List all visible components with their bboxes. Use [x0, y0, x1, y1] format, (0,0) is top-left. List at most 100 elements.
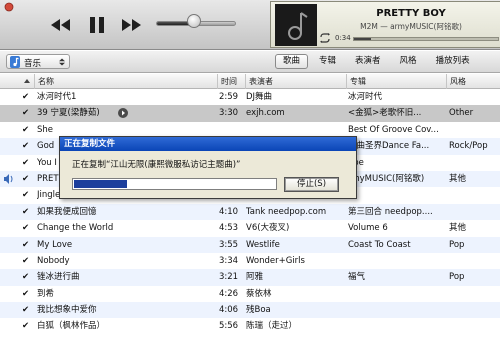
track-genre	[449, 302, 499, 318]
track-album	[348, 253, 446, 269]
track-checkbox[interactable]: ✔	[22, 122, 34, 138]
track-genre	[449, 286, 499, 302]
track-genre: Pop	[449, 239, 465, 250]
track-genre: Other	[449, 108, 474, 119]
track-name: 锉冰进行曲	[37, 272, 80, 283]
column-header-artist[interactable]: 表演者	[245, 74, 346, 89]
pause-icon	[90, 17, 104, 33]
track-name: Nobody	[37, 255, 70, 266]
dialog-title: 正在复制文件	[60, 137, 356, 151]
track-row[interactable]: ✔ 如果我便成回憶 4:10 Tank needpop.com 第三回合 needpop…	[0, 203, 500, 221]
track-genre	[449, 253, 499, 269]
window-close-icon[interactable]	[4, 2, 14, 12]
column-header-album[interactable]: 专辑	[346, 74, 446, 89]
track-artist: 陈瑞（走过）	[246, 321, 298, 332]
now-playing-title: PRETTY BOY	[376, 8, 446, 19]
track-name: Change the World	[37, 223, 114, 234]
column-header-time[interactable]: 时间	[217, 74, 245, 89]
playback-progress-bar[interactable]	[353, 37, 499, 41]
now-playing-speaker-icon	[3, 171, 15, 187]
track-album: 第三回合 needpop....	[348, 206, 433, 217]
track-album: 福气	[348, 272, 366, 283]
track-checkbox[interactable]: ✔	[22, 204, 34, 220]
track-album: 舞曲圣界Dance Fa...	[348, 141, 430, 152]
rewind-icon	[51, 19, 70, 31]
track-checkbox[interactable]: ✔	[22, 220, 34, 236]
previous-track-button[interactable]	[47, 13, 73, 37]
track-row[interactable]: ✔ 锉冰进行曲 3:21 阿雅 福气 Pop	[0, 269, 500, 286]
track-checkbox[interactable]: ✔	[22, 318, 34, 334]
track-genre: 其他	[449, 223, 467, 234]
track-checkbox[interactable]: ✔	[22, 253, 34, 269]
track-artist: 蔡依林	[246, 288, 272, 299]
track-row[interactable]: ✔ 39 宁夏(梁静茹) 3:30 exjh.com <金狐>老歌怀旧... Other	[0, 105, 500, 122]
tab-albums[interactable]: 专辑	[311, 54, 344, 69]
now-playing-display: PRETTY BOY M2M — armyMUSIC(阿铭歌) 0:34	[270, 1, 500, 48]
player-bar: PRETTY BOY M2M — armyMUSIC(阿铭歌) 0:34	[0, 0, 500, 50]
track-row[interactable]: ✔ Change the World 4:53 V6(大夜叉) Volume 6 其他	[0, 220, 500, 236]
track-name: 我比想象中爱你	[37, 305, 97, 316]
track-artist: Westlife	[246, 239, 280, 250]
track-checkbox[interactable]: ✔	[22, 89, 34, 105]
track-album: Volume 6	[348, 223, 388, 234]
track-name: 到希	[37, 288, 55, 299]
track-album: 冰河时代	[348, 92, 383, 102]
track-genre	[449, 318, 499, 334]
go-to-arrow-icon[interactable]	[118, 108, 128, 119]
track-time: 4:10	[219, 206, 239, 217]
column-header-check[interactable]	[20, 74, 34, 89]
track-time: 3:55	[219, 239, 239, 250]
track-checkbox[interactable]: ✔	[22, 302, 34, 318]
track-name: 如果我便成回憶	[37, 206, 97, 217]
track-row[interactable]: ✔ Nobody 3:34 Wonder+Girls	[0, 253, 500, 269]
track-time: 4:06	[219, 305, 239, 316]
tab-playlists[interactable]: 播放列表	[428, 54, 478, 69]
track-checkbox[interactable]: ✔	[22, 237, 34, 253]
album-art[interactable]	[275, 4, 317, 46]
tab-artists[interactable]: 表演者	[347, 54, 389, 69]
track-time: 4:53	[219, 223, 239, 234]
track-checkbox[interactable]: ✔	[22, 286, 34, 302]
track-list: ✔ 冰河时代1 2:59 DJ舞曲 冰河时代 ✔ 39 宁夏(梁静茹) 3:30 exjh.co…	[0, 89, 500, 335]
track-time: 3:34	[219, 255, 239, 266]
tab-songs[interactable]: 歌曲	[275, 54, 309, 69]
track-checkbox[interactable]: ✔	[22, 105, 34, 121]
track-album: <金狐>老歌怀旧...	[348, 108, 422, 119]
track-checkbox[interactable]: ✔	[22, 155, 34, 171]
chevron-up-down-icon	[59, 58, 65, 66]
stop-button[interactable]: 停止(S)	[284, 177, 339, 192]
repeat-icon[interactable]	[319, 33, 331, 43]
track-row[interactable]: ✔ 我比想象中爱你 4:06 残Boa	[0, 302, 500, 319]
fast-forward-icon	[122, 19, 141, 31]
track-row[interactable]: ✔ 冰河时代1 2:59 DJ舞曲 冰河时代	[0, 89, 500, 105]
track-album: Coast To Coast	[348, 239, 411, 250]
sort-up-icon	[24, 79, 30, 83]
track-row[interactable]: ✔ My Love 3:55 Westlife Coast To Coast Pop	[0, 236, 500, 253]
column-header-genre[interactable]: 风格	[446, 74, 500, 89]
track-artist: 残Boa	[246, 305, 271, 316]
track-time: 3:30	[219, 108, 239, 119]
tab-genres[interactable]: 风格	[392, 54, 425, 69]
playback-progress-fill	[354, 38, 372, 40]
track-row[interactable]: ✔ 白狐（枫林作品） 5:56 陈瑞（走过）	[0, 318, 500, 334]
track-checkbox[interactable]: ✔	[22, 269, 34, 285]
track-checkbox[interactable]: ✔	[22, 171, 34, 187]
track-name: My Love	[37, 239, 73, 250]
track-genre	[449, 122, 499, 138]
track-artist: 阿雅	[246, 272, 264, 283]
track-time: 2:59	[219, 92, 239, 102]
pause-button[interactable]	[84, 13, 110, 37]
track-list-header: 名称 时间 表演者 专辑 风格	[0, 74, 500, 89]
copy-progress-bar	[72, 178, 277, 190]
copy-progress-fill	[74, 180, 127, 188]
track-genre	[449, 155, 499, 171]
track-album: rmyMUSIC(阿铭歌)	[348, 173, 425, 184]
column-header-name[interactable]: 名称	[34, 74, 217, 89]
track-checkbox[interactable]: ✔	[22, 138, 34, 154]
library-source-select[interactable]: 音乐	[6, 54, 70, 69]
track-album	[348, 187, 446, 203]
next-track-button[interactable]	[119, 13, 145, 37]
dialog-message: 正在复制“江山无限(康熙微服私访记主题曲)”	[72, 160, 241, 170]
track-row[interactable]: ✔ 到希 4:26 蔡依林	[0, 286, 500, 302]
track-checkbox[interactable]: ✔	[22, 187, 34, 203]
